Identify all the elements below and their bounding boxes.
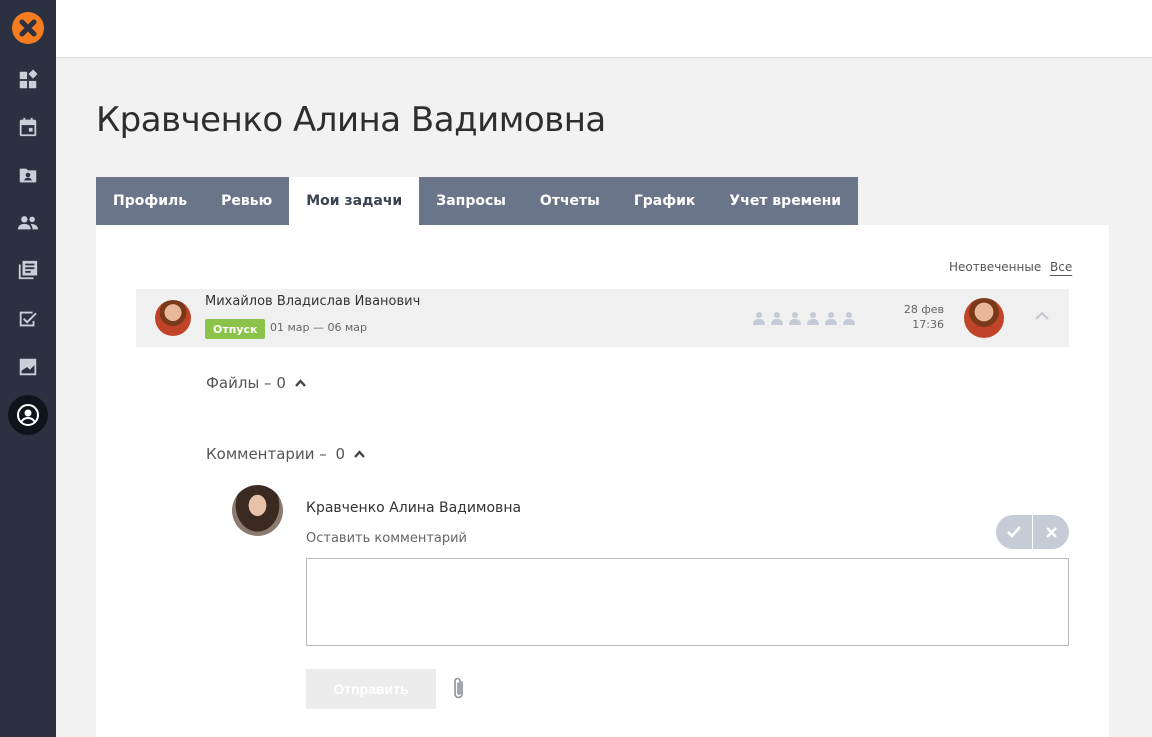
comments-label: Комментарии – (206, 445, 332, 463)
assignee-avatar (964, 298, 1004, 338)
articles-icon[interactable] (16, 258, 40, 282)
tab-my-tasks[interactable]: Мои задачи (289, 177, 420, 225)
tab-time-tracking[interactable]: Учет времени (712, 177, 858, 225)
tasks-check-icon[interactable] (16, 307, 40, 331)
comment-field-label: Оставить комментарий (306, 531, 468, 546)
task-time: 17:36 (912, 318, 944, 331)
tab-bar: Профиль Ревью Мои задачи Запросы Отчеты … (96, 177, 859, 225)
chevron-up-icon (294, 377, 306, 390)
page-title: Кравченко Алина Вадимовна (96, 100, 606, 140)
person-icon (824, 310, 838, 326)
person-icon (806, 310, 820, 326)
calendar-icon[interactable] (16, 115, 40, 139)
filter-all[interactable]: Все (1050, 260, 1072, 274)
tab-review[interactable]: Ревью (204, 177, 289, 225)
status-badge: Отпуск (205, 319, 266, 339)
approve-reject-controls (996, 515, 1069, 549)
contacts-folder-icon[interactable] (16, 163, 40, 187)
chevron-up-icon (353, 448, 365, 461)
person-icon (842, 310, 856, 326)
commenter-name: Кравченко Алина Вадимовна (306, 500, 522, 516)
collapse-chevron-icon[interactable] (1035, 310, 1049, 324)
app-logo-icon[interactable] (12, 12, 44, 44)
author-avatar (155, 300, 191, 336)
task-datetime: 28 фев 17:36 (880, 302, 944, 332)
comments-header[interactable]: Комментарии – 0 (206, 445, 365, 463)
task-date: 28 фев (903, 303, 944, 316)
person-icon (752, 310, 766, 326)
comment-input[interactable] (306, 558, 1069, 646)
filter-unanswered[interactable]: Неотвеченные (949, 260, 1041, 274)
task-author: Михайлов Владислав Иванович (205, 294, 421, 309)
tab-schedule[interactable]: График (617, 177, 713, 225)
comments-count: 0 (335, 445, 346, 463)
task-period: 01 мар — 06 мар (270, 321, 368, 334)
analytics-icon[interactable] (16, 355, 40, 379)
tab-reports[interactable]: Отчеты (523, 177, 617, 225)
approve-check-icon[interactable] (996, 515, 1033, 549)
tab-profile[interactable]: Профиль (96, 177, 204, 225)
profile-icon[interactable] (8, 395, 48, 435)
sidebar (0, 0, 56, 737)
tab-requests[interactable]: Запросы (419, 177, 523, 225)
people-icon[interactable] (16, 211, 40, 235)
top-bar (56, 0, 1152, 58)
send-button[interactable]: Отправить (306, 669, 436, 709)
person-icon (770, 310, 784, 326)
files-label: Файлы – 0 (206, 374, 286, 392)
paperclip-icon[interactable] (448, 676, 470, 702)
dashboard-icon[interactable] (16, 68, 40, 92)
reject-close-icon[interactable] (1033, 515, 1069, 549)
commenter-avatar (232, 485, 283, 536)
files-header[interactable]: Файлы – 0 (206, 374, 306, 392)
approvers-list (752, 310, 856, 326)
person-icon (788, 310, 802, 326)
